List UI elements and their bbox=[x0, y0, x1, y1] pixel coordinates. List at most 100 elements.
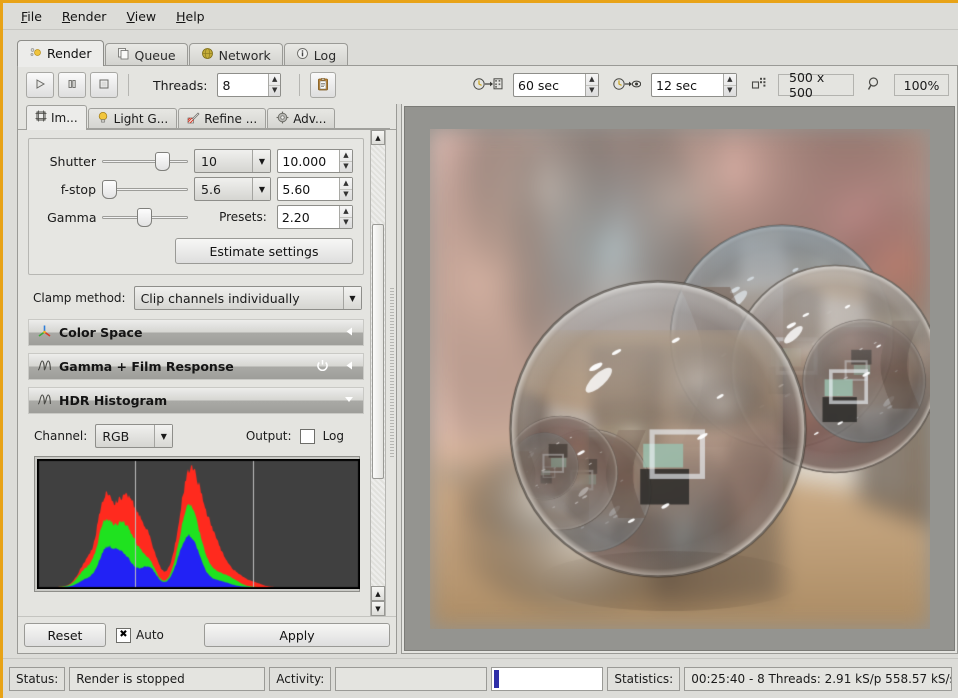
estimate-settings-button[interactable]: Estimate settings bbox=[175, 238, 353, 264]
tab-network[interactable]: Network bbox=[188, 43, 283, 66]
shutter-input[interactable] bbox=[278, 150, 339, 172]
subtab-advanced[interactable]: Adv... bbox=[267, 108, 336, 129]
histogram-canvas[interactable] bbox=[37, 459, 360, 589]
render-toolbar: Threads: ▲▼ ▲▼ ▲▼ 500 x 500 bbox=[17, 66, 958, 104]
globe-icon bbox=[201, 47, 214, 63]
channel-combo[interactable]: RGB ▼ bbox=[95, 424, 174, 448]
shutter-slider[interactable] bbox=[102, 151, 189, 171]
clamp-method-combo[interactable]: Clip channels individually ▼ bbox=[133, 286, 362, 310]
menu-file[interactable]: FFileile bbox=[11, 6, 52, 27]
chevron-left-icon[interactable] bbox=[344, 359, 355, 374]
settings-vertical-scrollbar[interactable]: ▲ ▲ ▼ bbox=[370, 130, 386, 616]
display-interval-down-icon[interactable]: ▼ bbox=[724, 86, 736, 97]
settings-scroll-container: Shutter 10 ▼ 10.000 ▲ ▼ f-stop 5.6 ▼ 5.6… bbox=[18, 129, 396, 616]
section-hdr-histogram[interactable]: HDR Histogram bbox=[28, 387, 364, 414]
chevron-down-icon[interactable]: ▼ bbox=[343, 287, 361, 309]
save-interval-down-icon[interactable]: ▼ bbox=[586, 86, 598, 97]
gamma-down-icon[interactable]: ▼ bbox=[340, 218, 352, 229]
save-interval-stepper[interactable]: ▲▼ bbox=[513, 73, 599, 97]
auto-checkbox[interactable]: ✖ bbox=[116, 627, 131, 643]
threads-down-icon[interactable]: ▼ bbox=[269, 86, 281, 97]
zoom-display[interactable]: 100% bbox=[894, 74, 949, 96]
gamma-up-icon[interactable]: ▲ bbox=[339, 206, 352, 218]
subtab-light-layers[interactable]: Light G... bbox=[87, 108, 178, 129]
chevron-left-icon[interactable] bbox=[344, 325, 355, 340]
fstop-arrows[interactable]: ▲ ▼ bbox=[338, 178, 352, 201]
fstop-stepper[interactable]: ▲▼ bbox=[277, 177, 353, 201]
sparkle-icon bbox=[29, 46, 42, 62]
save-interval-input[interactable] bbox=[514, 74, 585, 96]
scroll-down-button-upper[interactable]: ▲ bbox=[371, 586, 385, 601]
fstop-up-icon[interactable]: ▲ bbox=[339, 178, 352, 190]
section-color-space[interactable]: Color Space bbox=[28, 319, 364, 346]
save-interval-arrows[interactable]: ▲ ▼ bbox=[584, 74, 598, 97]
threads-up-icon[interactable]: ▲ bbox=[268, 74, 281, 86]
stop-button[interactable] bbox=[90, 72, 118, 98]
tab-queue[interactable]: Queue bbox=[104, 43, 188, 66]
shutter-stepper[interactable]: ▲▼ bbox=[277, 149, 353, 173]
log-checkbox[interactable] bbox=[299, 428, 315, 444]
threads-stepper[interactable]: ▲▼ bbox=[217, 73, 282, 97]
section-gamma-film-response[interactable]: Gamma + Film Response bbox=[28, 353, 364, 380]
clipboard-icon bbox=[316, 77, 330, 94]
display-interval-arrows[interactable]: ▲ ▼ bbox=[722, 74, 736, 97]
power-icon[interactable] bbox=[316, 359, 329, 375]
settings-tab-strip: Im... Light G... Refine ... Adv... bbox=[18, 104, 396, 130]
display-interval-stepper[interactable]: ▲▼ bbox=[651, 73, 737, 97]
gamma-stepper[interactable]: ▲▼ bbox=[276, 205, 353, 229]
chevron-down-icon[interactable]: ▼ bbox=[252, 178, 271, 200]
copy-to-clipboard-button[interactable] bbox=[310, 72, 337, 98]
clamp-method-value: Clip channels individually bbox=[140, 290, 300, 306]
shutter-arrows[interactable]: ▲ ▼ bbox=[338, 150, 352, 173]
chevron-down-icon[interactable]: ▼ bbox=[252, 150, 271, 172]
channel-combo-value: RGB bbox=[102, 428, 130, 444]
shutter-down-icon[interactable]: ▼ bbox=[340, 162, 352, 173]
fstop-down-icon[interactable]: ▼ bbox=[340, 190, 352, 201]
menu-help[interactable]: Help bbox=[166, 6, 215, 27]
save-interval-up-icon[interactable]: ▲ bbox=[585, 74, 598, 86]
subtab-refine-label: Refine ... bbox=[204, 112, 258, 126]
pause-button[interactable] bbox=[58, 72, 86, 98]
status-label: Status: bbox=[9, 666, 66, 691]
tab-log[interactable]: Log bbox=[283, 43, 349, 66]
shutter-combo[interactable]: 10 ▼ bbox=[194, 149, 272, 173]
chevron-down-icon[interactable] bbox=[343, 393, 355, 408]
render-viewport[interactable] bbox=[404, 106, 955, 651]
rendered-image[interactable] bbox=[429, 128, 930, 629]
fstop-slider-knob[interactable] bbox=[102, 179, 118, 199]
section-gamma-title: Gamma + Film Response bbox=[59, 359, 234, 374]
stop-icon bbox=[98, 78, 110, 93]
scroll-up-button[interactable]: ▲ bbox=[371, 130, 385, 145]
tab-render[interactable]: Render bbox=[17, 40, 104, 67]
fstop-row: f-stop 5.6 ▼ 5.60 ▲ ▼ bbox=[39, 175, 353, 203]
gamma-slider-knob[interactable] bbox=[136, 207, 152, 227]
shutter-up-icon[interactable]: ▲ bbox=[339, 150, 352, 162]
scroll-thumb[interactable] bbox=[372, 224, 384, 479]
fstop-slider[interactable] bbox=[102, 179, 189, 199]
gamma-slider[interactable] bbox=[102, 207, 189, 227]
scroll-down-button[interactable]: ▼ bbox=[371, 601, 385, 616]
histogram-controls: Channel: RGB ▼ Output: Log bbox=[34, 424, 360, 448]
chevron-down-icon[interactable]: ▼ bbox=[154, 425, 173, 447]
display-interval-up-icon[interactable]: ▲ bbox=[723, 74, 736, 86]
menu-view[interactable]: View bbox=[116, 6, 166, 27]
apply-button[interactable]: Apply bbox=[204, 623, 390, 647]
activity-value bbox=[335, 666, 488, 691]
clamp-method-label: Clamp method: bbox=[33, 291, 126, 305]
reset-button[interactable]: Reset bbox=[24, 623, 106, 647]
shutter-slider-knob[interactable] bbox=[155, 151, 171, 171]
fstop-combo-value: 5.6 bbox=[201, 181, 221, 197]
menu-render[interactable]: Render bbox=[52, 6, 117, 27]
panel-splitter[interactable] bbox=[387, 130, 396, 616]
fstop-combo[interactable]: 5.6 ▼ bbox=[194, 177, 272, 201]
gamma-arrows[interactable]: ▲ ▼ bbox=[338, 206, 352, 229]
gamma-input[interactable] bbox=[277, 206, 339, 228]
display-interval-input[interactable] bbox=[652, 74, 723, 96]
play-button[interactable] bbox=[26, 72, 54, 98]
threads-input[interactable] bbox=[218, 74, 268, 96]
fstop-input[interactable] bbox=[278, 178, 339, 200]
subtab-imaging[interactable]: Im... bbox=[26, 105, 87, 130]
subtab-refine[interactable]: Refine ... bbox=[178, 108, 267, 129]
resolution-display[interactable]: 500 x 500 bbox=[778, 70, 854, 100]
threads-arrows[interactable]: ▲ ▼ bbox=[267, 74, 281, 97]
